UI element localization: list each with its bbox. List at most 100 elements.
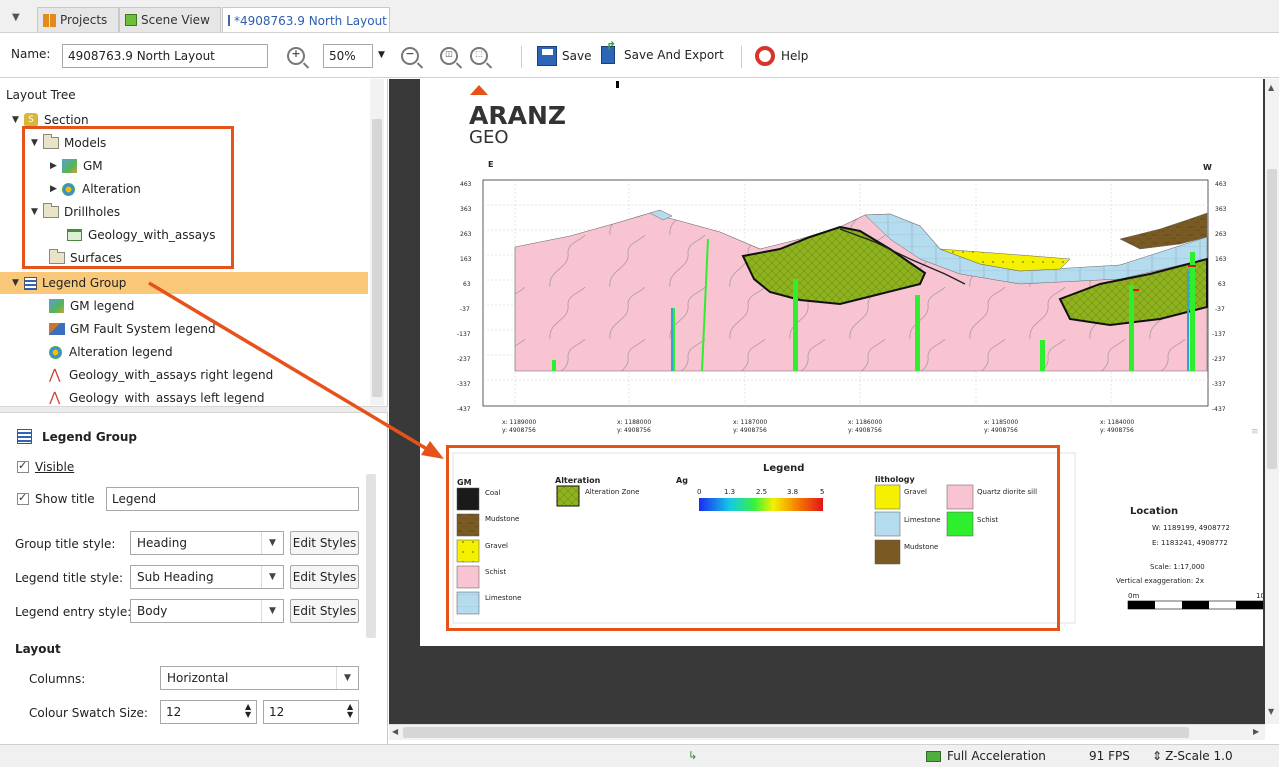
- props-scrollbar[interactable]: [364, 454, 378, 664]
- svg-text:y: 4908756: y: 4908756: [502, 427, 536, 434]
- elevation-axis-left: 463 363 263 163 63 -37 -137 -237 -337 -4…: [457, 181, 472, 413]
- scroll-down-icon[interactable]: ▼: [1268, 707, 1274, 716]
- canvas-horizontal-scrollbar[interactable]: ◀ ▶: [389, 724, 1265, 740]
- checkbox-checked-icon[interactable]: [17, 491, 29, 505]
- location-block: Location W: 1189199, 4908772 E: 1183241,…: [1116, 506, 1263, 610]
- canvas-hscroll-thumb[interactable]: [403, 727, 1189, 738]
- app-window: ▼ Projects Scene View *4908763.9 North L…: [0, 0, 1279, 767]
- swatch-height-stepper-icon[interactable]: ▲ ▼: [347, 703, 353, 719]
- geo-model-icon: [49, 299, 64, 313]
- page-marker: [616, 81, 619, 88]
- save-label: Save: [562, 49, 592, 63]
- legend-group-icon: [17, 429, 32, 444]
- visible-label: Visible: [35, 460, 75, 474]
- tree-item-label: GM legend: [70, 299, 135, 313]
- checkbox-checked-icon[interactable]: [17, 459, 29, 473]
- svg-text:363: 363: [1215, 206, 1227, 213]
- svg-text:-337: -337: [1212, 381, 1226, 388]
- panel-splitter[interactable]: [0, 406, 388, 413]
- svg-text:x: 1184000: x: 1184000: [1100, 419, 1134, 426]
- visible-checkbox[interactable]: Visible: [17, 459, 75, 474]
- swatch-size-label: Colour Swatch Size:: [29, 706, 148, 720]
- tab-projects-label: Projects: [60, 13, 108, 27]
- tree-item-gm-fault-system-legend[interactable]: GM Fault System legend: [49, 318, 216, 340]
- svg-text:63: 63: [463, 281, 471, 288]
- axes-icon: ↳: [688, 749, 698, 762]
- tree-item-gm-legend[interactable]: GM legend: [49, 295, 134, 317]
- expand-arrow-icon[interactable]: ▼: [12, 115, 24, 125]
- svg-text:0m: 0m: [1128, 592, 1139, 600]
- monitor-icon: [926, 750, 941, 762]
- zoom-out-icon[interactable]: −: [401, 47, 419, 65]
- legend-entry-style-select[interactable]: Body ▼: [130, 599, 284, 623]
- name-input[interactable]: 4908763.9 North Layout: [62, 44, 268, 68]
- tab-projects[interactable]: Projects: [37, 7, 119, 32]
- save-button[interactable]: Save: [537, 46, 591, 66]
- svg-text:x: 1187000: x: 1187000: [733, 419, 767, 426]
- props-title-label: Legend Group: [42, 429, 137, 444]
- svg-text:x: 1189000: x: 1189000: [502, 419, 536, 426]
- svg-text:163: 163: [1215, 256, 1227, 263]
- tab-menu-dropdown-icon[interactable]: ▼: [12, 12, 20, 23]
- canvas-vertical-scrollbar[interactable]: ▲ ▼: [1265, 79, 1279, 724]
- z-scale-control[interactable]: ⇕ Z-Scale 1.0: [1152, 749, 1233, 763]
- zoom-in-icon[interactable]: +: [287, 47, 305, 65]
- svg-text:63: 63: [1218, 281, 1226, 288]
- swatch-height-input[interactable]: 12: [263, 700, 359, 724]
- tab-north-layout-label: *4908763.9 North Layout: [234, 13, 387, 28]
- swatch-width-stepper-icon[interactable]: ▲ ▼: [245, 703, 251, 719]
- scroll-up-icon[interactable]: ▲: [1268, 83, 1274, 92]
- edit-styles-button-title[interactable]: Edit Styles: [290, 565, 359, 589]
- svg-text:-37: -37: [460, 306, 470, 313]
- tree-scrollbar[interactable]: [370, 79, 384, 405]
- help-button[interactable]: Help: [755, 46, 808, 66]
- properties-panel: Legend Group Visible Show title Legend G…: [0, 414, 388, 744]
- svg-text:263: 263: [460, 231, 472, 238]
- tab-scene-view[interactable]: Scene View: [119, 7, 221, 32]
- annotation-highlight-tree: [22, 126, 234, 269]
- legend-title-style-select[interactable]: Sub Heading ▼: [130, 565, 284, 589]
- expand-arrow-icon[interactable]: ▼: [12, 278, 24, 288]
- props-scroll-thumb[interactable]: [366, 474, 376, 638]
- section-icon: S: [24, 113, 38, 127]
- save-export-label: Save And Export: [624, 48, 724, 62]
- tree-item-label: Alteration legend: [69, 345, 173, 359]
- group-title-style-select[interactable]: Heading ▼: [130, 531, 284, 555]
- tree-item-legend-group[interactable]: ▼ Legend Group: [12, 272, 126, 294]
- edit-styles-button-group[interactable]: Edit Styles: [290, 531, 359, 555]
- zoom-page-icon[interactable]: ⬚: [470, 47, 488, 65]
- svg-text:y: 4908756: y: 4908756: [848, 427, 882, 434]
- drillhole-legend-icon: ⋀: [49, 390, 61, 404]
- scroll-left-icon[interactable]: ◀: [392, 727, 398, 736]
- tree-item-label: GM Fault System legend: [70, 322, 216, 336]
- canvas-vscroll-thumb[interactable]: [1267, 169, 1277, 469]
- group-title-style-value: Heading: [137, 536, 187, 550]
- tree-item-label: Legend Group: [42, 276, 127, 290]
- save-icon: [537, 46, 557, 66]
- acceleration-status: Full Acceleration: [926, 749, 1046, 763]
- swatch-width-input[interactable]: 12: [160, 700, 257, 724]
- scroll-right-icon[interactable]: ▶: [1253, 727, 1259, 736]
- tree-item-right-legend[interactable]: ⋀ Geology_with_assays right legend: [49, 364, 273, 386]
- show-title-checkbox[interactable]: Show title: [17, 491, 95, 506]
- canvas-resize-grip-icon[interactable]: ≡: [1251, 427, 1259, 437]
- edit-styles-button-entry[interactable]: Edit Styles: [290, 599, 359, 623]
- tree-item-alteration-legend[interactable]: Alteration legend: [49, 341, 173, 363]
- zoom-fit-icon[interactable]: ◫: [440, 47, 458, 65]
- zoom-select[interactable]: 50%: [323, 44, 373, 68]
- svg-text:-437: -437: [1212, 406, 1226, 413]
- name-label: Name:: [11, 47, 51, 61]
- show-title-label: Show title: [35, 492, 95, 506]
- title-input[interactable]: Legend: [106, 487, 359, 511]
- tree-item-left-legend[interactable]: ⋀ Geology_with_assays left legend: [49, 387, 264, 404]
- tree-scroll-thumb[interactable]: [372, 119, 382, 397]
- columns-select[interactable]: Horizontal ▼: [160, 666, 359, 690]
- zoom-dropdown-icon[interactable]: ▼: [378, 50, 385, 60]
- help-label: Help: [781, 49, 809, 63]
- elevation-axis-right: 463 363 263 163 63 -37 -137 -237 -337 -4…: [1212, 181, 1227, 413]
- chevron-down-icon: ▼: [261, 532, 283, 554]
- tab-north-layout[interactable]: *4908763.9 North Layout ✕: [222, 7, 390, 33]
- tree-item-label: Geology_with_assays right legend: [69, 368, 274, 382]
- save-and-export-button[interactable]: ↱ Save And Export: [601, 39, 724, 64]
- layout-section-header: Layout: [15, 642, 61, 656]
